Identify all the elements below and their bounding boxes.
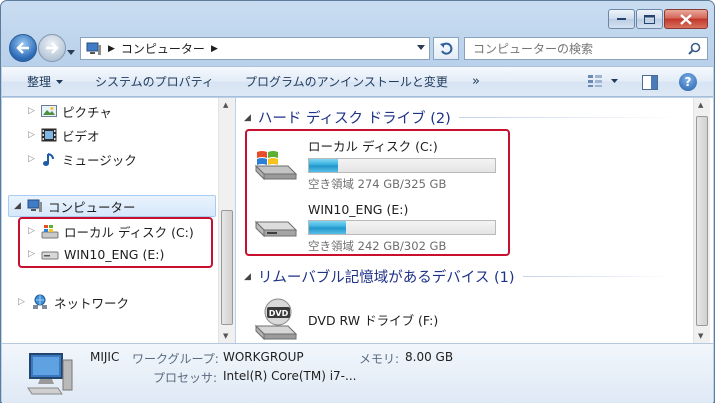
help-button[interactable]: ? [679,73,697,91]
group-header-hard-disks[interactable]: ◢ ハード ディスク ドライブ (2) [244,107,679,128]
system-properties-label: システムのプロパティ [95,75,214,89]
minimize-button[interactable] [608,9,635,29]
expand-icon[interactable]: ▷ [28,154,38,164]
workgroup-label: ワークグループ: [132,352,219,366]
breadcrumb-computer[interactable]: コンピューター [121,40,205,57]
expand-icon[interactable]: ▷ [18,297,28,307]
arrow-right-icon [46,42,59,54]
close-icon [680,13,692,25]
back-button[interactable] [9,34,37,62]
scroll-up-icon[interactable]: ▲ [223,101,228,109]
command-bar: 整理 システムのプロパティ プログラムのアンインストールと変更 » ? [2,66,713,97]
organize-button[interactable]: 整理 [27,73,64,90]
chevron-right-icon[interactable]: ▶ [211,44,218,54]
computer-icon [27,353,73,395]
collapse-icon[interactable]: ◢ [14,201,24,211]
nav-item-label: ピクチャ [62,104,112,120]
videos-icon [41,128,57,142]
maximize-icon [644,14,655,24]
change-view-button[interactable] [587,74,618,88]
chevron-right-icon: ▶ [108,43,115,54]
scroll-down-icon[interactable]: ▼ [698,332,703,340]
group-title: リムーバブル記憶域があるデバイス (1) [257,270,515,286]
uninstall-program-label: プログラムのアンインストールと変更 [245,75,448,89]
dvd-badge: DVD [269,309,289,318]
expand-icon[interactable]: ▷ [28,130,38,140]
window-controls [608,9,708,29]
chevron-down-icon[interactable] [417,45,425,50]
organize-label: 整理 [27,75,52,89]
search-input[interactable] [473,41,688,56]
nav-item-label: ミュージック [62,152,137,168]
drive-item-dvd[interactable]: DVD DVD RW ドライブ (F:) [252,294,438,342]
nav-item-pictures[interactable]: ▷ ピクチャ [28,101,112,121]
computer-icon [27,199,42,212]
preview-pane-icon [642,75,658,90]
refresh-button[interactable] [433,37,459,60]
maximize-button[interactable] [636,9,663,29]
nav-item-computer[interactable]: ◢ コンピューター [8,195,216,217]
search-icon[interactable] [688,42,701,55]
nav-item-label: コンピューター [48,199,136,215]
view-options-icon [588,75,602,87]
music-icon [43,152,54,166]
nav-item-label: ネットワーク [54,295,130,311]
memory-label: メモリ: [359,352,400,366]
highlight-box [245,129,510,256]
details-pane: MIJIC ワークグループ: WORKGROUP メモリ: 8.00 GB プロ… [2,343,713,403]
more-commands-button[interactable]: » [472,74,480,89]
content-pane: ◢ ハード ディスク ドライブ (2) ローカル ディスク (C:) 空き領域 … [236,98,713,343]
breadcrumb: ▶ コンピューター ▶ [108,40,218,57]
forward-button[interactable] [38,34,66,62]
divider [458,117,679,118]
content-scrollbar[interactable]: ▲ ▼ [693,98,710,343]
system-properties-button[interactable]: システムのプロパティ [95,73,214,90]
navigation-pane: ▷ ピクチャ ▷ ビデオ ▷ ミュージック ◢ コンピューター ▷ ローカル デ… [2,98,235,343]
recent-pages-dropdown[interactable] [67,44,75,58]
search-box[interactable] [464,37,708,60]
scroll-up-icon[interactable]: ▲ [698,101,703,109]
drive-name: DVD RW ドライブ (F:) [308,313,439,328]
chevron-down-icon [56,79,64,84]
help-icon: ? [684,75,692,89]
minimize-icon [616,18,626,20]
nav-item-network[interactable]: ▷ ネットワーク [18,292,129,312]
address-bar[interactable]: ▶ コンピューター ▶ [80,37,430,60]
expand-icon[interactable]: ▷ [28,106,38,116]
preview-pane-button[interactable] [642,75,658,93]
dvd-drive-icon: DVD [254,298,298,341]
processor-value: Intel(R) Core(TM) i7-... [223,369,357,383]
collapse-icon[interactable]: ◢ [244,272,251,282]
workgroup-value: WORKGROUP [223,350,304,364]
scroll-down-icon[interactable]: ▼ [223,332,228,340]
uninstall-program-button[interactable]: プログラムのアンインストールと変更 [245,73,448,90]
network-icon [33,294,47,309]
chevron-down-icon [67,50,75,55]
navigation-scrollbar[interactable]: ▲ ▼ [218,98,235,343]
divider [522,276,673,277]
arrow-left-icon [16,42,29,54]
explorer-window: ▶ コンピューター ▶ 整理 システムのプロパティ プログラムのアンインストール… [0,0,715,403]
nav-item-music[interactable]: ▷ ミュージック [28,149,137,169]
computer-icon [86,42,101,55]
highlight-box [18,217,213,268]
pictures-icon [41,105,57,117]
close-button[interactable] [664,9,708,29]
refresh-icon [440,42,453,55]
group-title: ハード ディスク ドライブ (2) [257,111,451,127]
processor-label: プロセッサ: [153,371,218,385]
group-header-removable[interactable]: ◢ リムーバブル記憶域があるデバイス (1) [244,266,673,287]
chevron-down-icon [611,79,618,83]
drive-info: DVD RW ドライブ (F:) [308,294,438,342]
nav-item-videos[interactable]: ▷ ビデオ [28,125,100,145]
scrollbar-thumb[interactable] [696,116,708,326]
scrollbar-thumb[interactable] [221,210,233,325]
computer-name: MIJIC [90,350,120,364]
collapse-icon[interactable]: ◢ [244,113,251,123]
nav-item-label: ビデオ [62,128,100,144]
memory-value: 8.00 GB [405,350,454,364]
